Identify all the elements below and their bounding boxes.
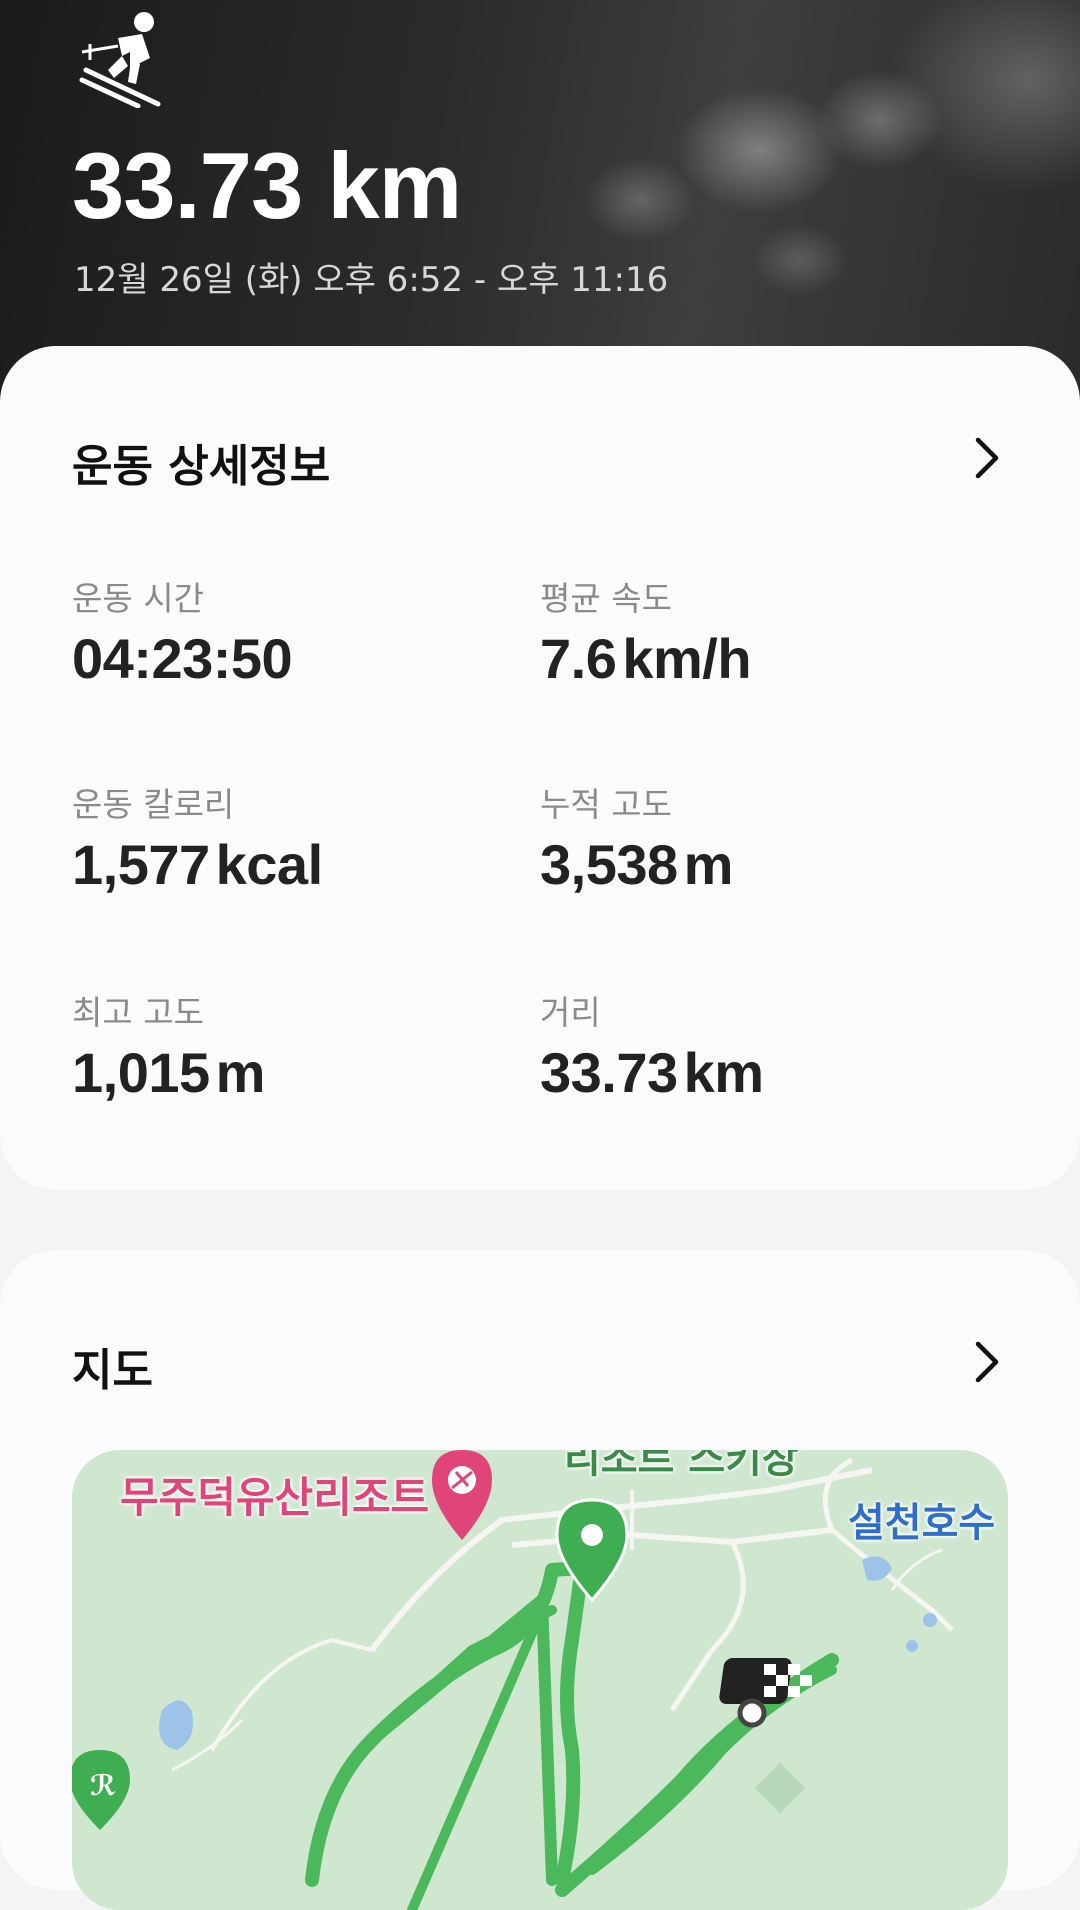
stat-label-duration: 운동 시간 [72, 579, 204, 618]
resort-pin-icon [432, 1450, 492, 1540]
workout-date-range: 12월 26일 (화) 오후 6:52 - 오후 11:16 [74, 260, 669, 300]
stat-value-elevation-gain: 3,538 m [540, 833, 733, 896]
stat-value-max-altitude: 1,015 m [72, 1041, 265, 1104]
stat-label-max-altitude: 최고 고도 [72, 993, 204, 1032]
chevron-right-icon[interactable] [970, 436, 1004, 480]
skiing-icon [79, 12, 161, 108]
route-map[interactable]: ℛ 무주덕유산리조트 리조트 스키장 설천호수 [72, 1450, 1008, 1910]
stat-label-calories: 운동 칼로리 [72, 785, 235, 824]
map-label-ski-area: 리조트 스키장 [564, 1450, 799, 1482]
map-card[interactable]: 지도 ℛ 무주덕유산리조트 리조트 스키장 설천호수 [0, 1250, 1080, 1910]
map-label-resort: 무주덕유산리조트 [120, 1473, 430, 1522]
stat-label-distance: 거리 [540, 993, 601, 1032]
details-title: 운동 상세정보 [72, 441, 331, 492]
stat-label-avg-speed: 평균 속도 [540, 579, 672, 618]
map-title: 지도 [72, 1345, 153, 1396]
hero-banner: 33.73 km 12월 26일 (화) 오후 6:52 - 오후 11:16 [0, 0, 1080, 400]
chevron-right-icon[interactable] [970, 1340, 1004, 1384]
svg-text:ℛ: ℛ [90, 1769, 116, 1802]
total-distance: 33.73 km [72, 133, 462, 238]
workout-details-card[interactable]: 운동 상세정보 운동 시간 04:23:50 평균 속도 7.6 km/h 운동 … [0, 346, 1080, 1190]
stat-value-duration: 04:23:50 [72, 627, 293, 690]
stat-value-avg-speed: 7.6 km/h [540, 627, 752, 690]
start-pin-icon [555, 1498, 629, 1603]
stat-value-distance: 33.73 km [540, 1041, 764, 1104]
map-label-lake: 설천호수 [848, 1500, 996, 1546]
stat-label-elevation-gain: 누적 고도 [540, 785, 672, 824]
stat-value-calories: 1,577 kcal [72, 833, 323, 896]
finish-flag-icon [719, 1658, 812, 1728]
park-pin-icon: ℛ [72, 1750, 130, 1830]
